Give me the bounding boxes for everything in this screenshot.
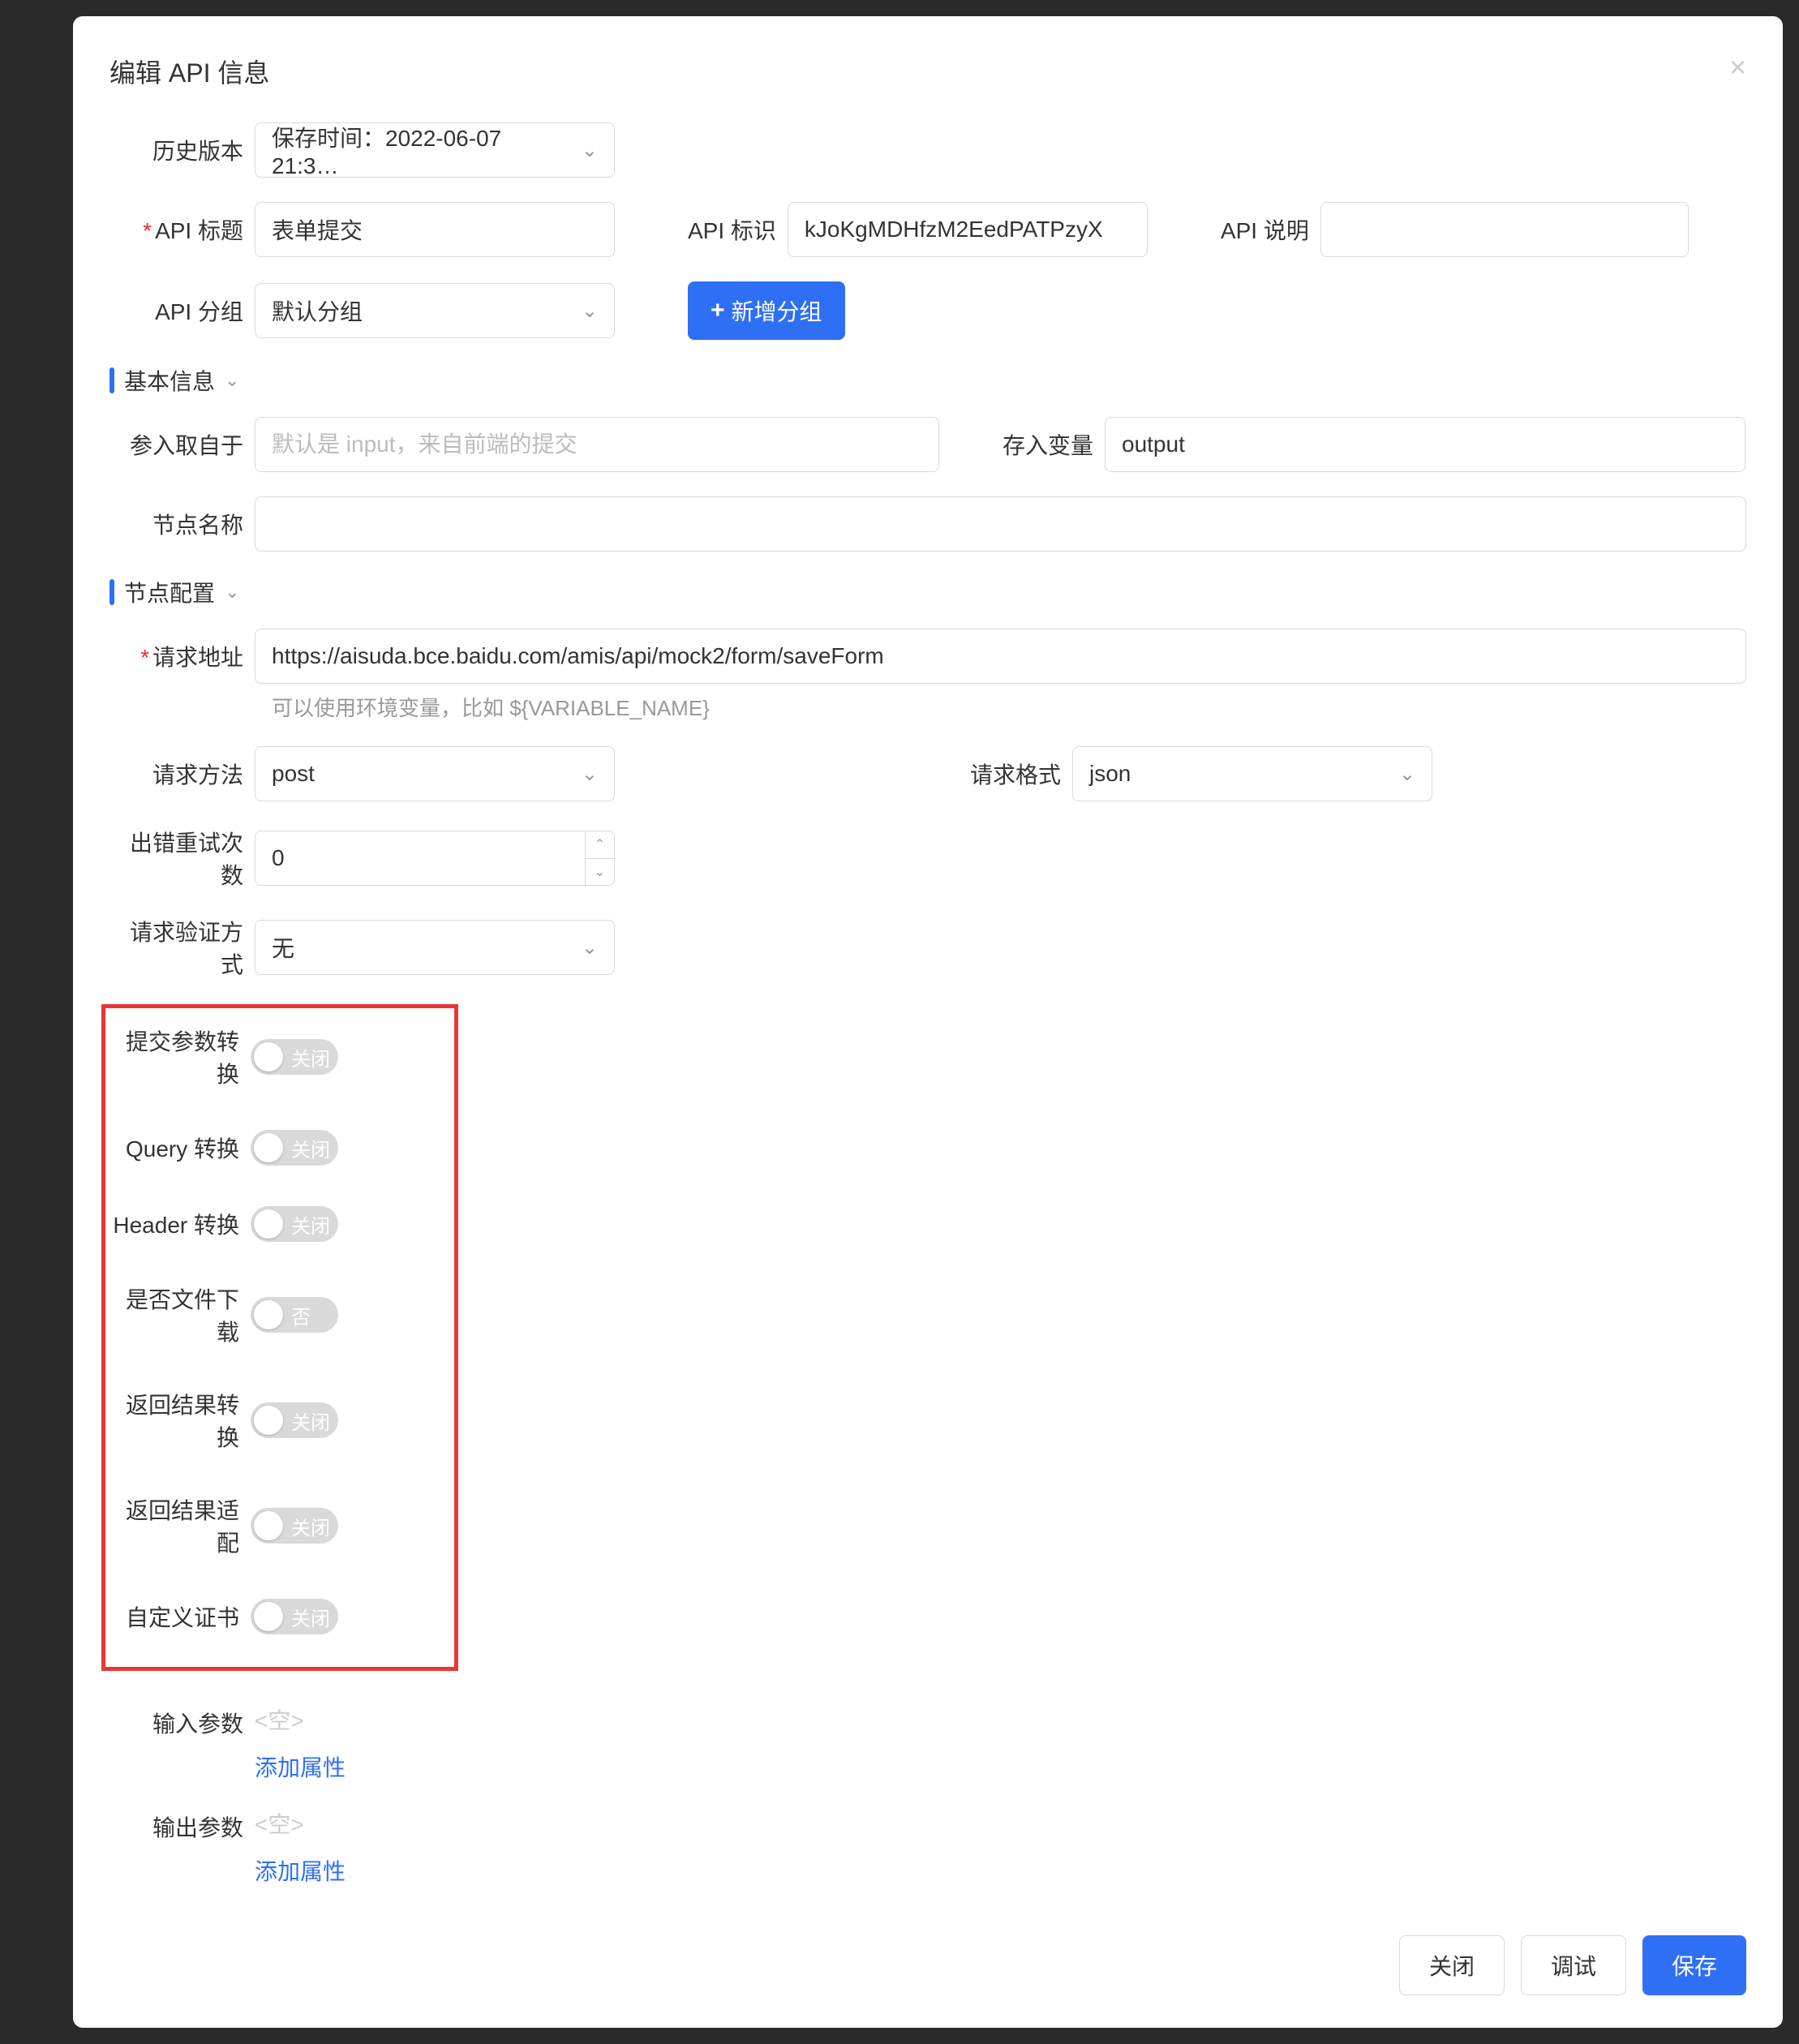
plus-icon: + [711,297,725,324]
custom-cert-toggle[interactable]: 关闭 [251,1599,338,1634]
api-desc-label: API 说明 [1221,213,1309,246]
store-var-label: 存入变量 [996,428,1093,461]
output-params-label: 输出参数 [109,1807,243,1843]
api-desc-input[interactable] [1320,202,1689,257]
custom-cert-label: 自定义证书 [105,1600,239,1633]
add-group-button[interactable]: + 新增分组 [688,281,845,340]
req-format-select[interactable]: json ⌄ [1072,746,1432,801]
api-title-input[interactable] [255,202,615,257]
result-transform-toggle[interactable]: 关闭 [251,1402,338,1438]
api-group-label: API 分组 [109,294,243,327]
req-url-label: 请求地址 [109,640,243,672]
spinner-up-icon[interactable]: ⌃ [586,831,614,859]
store-var-input[interactable] [1105,417,1745,472]
history-label: 历史版本 [109,134,243,166]
api-ident-label: API 标识 [688,213,776,246]
api-title-label: API 标题 [109,213,243,246]
req-url-input[interactable] [255,629,1746,684]
input-from-label: 参入取自于 [109,428,243,461]
debug-button[interactable]: 调试 [1521,1935,1626,1995]
query-transform-label: Query 转换 [105,1132,239,1164]
section-bar-icon [109,579,114,605]
auth-method-label: 请求验证方式 [109,915,243,980]
req-method-label: 请求方法 [109,758,243,790]
retry-count-label: 出错重试次数 [109,826,243,891]
close-button[interactable]: 关闭 [1399,1935,1505,1995]
result-adapt-toggle[interactable]: 关闭 [251,1508,338,1544]
chevron-down-icon: ⌄ [582,299,598,323]
output-params-empty: <空> [255,1807,346,1840]
retry-count-input[interactable] [255,831,586,886]
node-name-label: 节点名称 [109,508,243,540]
chevron-down-icon: ⌄ [582,139,598,162]
chevron-down-icon: ⌄ [582,762,598,786]
query-transform-toggle[interactable]: 关闭 [251,1130,338,1166]
chevron-down-icon: ⌄ [582,936,598,960]
req-url-help: 可以使用环境变量，比如 ${VARIABLE_NAME} [272,692,1746,722]
file-download-label: 是否文件下载 [105,1282,239,1347]
req-format-label: 请求格式 [964,758,1061,790]
toggles-highlight-box: 提交参数转换 关闭 Query 转换 关闭 Header 转换 关闭 是否文件下… [101,1004,458,1671]
submit-transform-label: 提交参数转换 [105,1024,239,1089]
input-params-empty: <空> [255,1703,346,1736]
req-method-select[interactable]: post ⌄ [255,746,615,801]
output-params-add-link[interactable]: 添加属性 [255,1854,346,1887]
save-button[interactable]: 保存 [1642,1935,1746,1995]
header-transform-label: Header 转换 [105,1208,239,1240]
file-download-toggle[interactable]: 否 [251,1297,338,1333]
input-from-input[interactable] [255,417,939,472]
result-adapt-label: 返回结果适配 [105,1493,239,1558]
chevron-down-icon: ⌄ [1399,762,1415,786]
node-name-input[interactable] [255,496,1746,552]
basic-section-header[interactable]: 基本信息 ⌄ [109,364,1746,397]
section-bar-icon [109,367,114,393]
chevron-down-icon: ⌄ [225,582,239,603]
input-params-add-link[interactable]: 添加属性 [255,1750,346,1783]
modal-title: 编辑 API 信息 [109,53,1746,90]
node-section-header[interactable]: 节点配置 ⌄ [109,576,1746,608]
edit-api-modal: 编辑 API 信息 × 历史版本 保存时间：2022-06-07 21:3… ⌄… [73,16,1783,2028]
spinner-down-icon[interactable]: ⌄ [586,859,614,886]
chevron-down-icon: ⌄ [225,370,239,391]
api-group-select[interactable]: 默认分组 ⌄ [255,283,615,338]
close-icon[interactable]: × [1729,53,1746,82]
header-transform-toggle[interactable]: 关闭 [251,1206,338,1242]
submit-transform-toggle[interactable]: 关闭 [251,1039,338,1075]
input-params-label: 输入参数 [109,1703,243,1739]
history-select[interactable]: 保存时间：2022-06-07 21:3… ⌄ [255,122,615,178]
auth-method-select[interactable]: 无 ⌄ [255,920,615,975]
result-transform-label: 返回结果转换 [105,1388,239,1453]
api-ident-input[interactable] [788,202,1148,257]
